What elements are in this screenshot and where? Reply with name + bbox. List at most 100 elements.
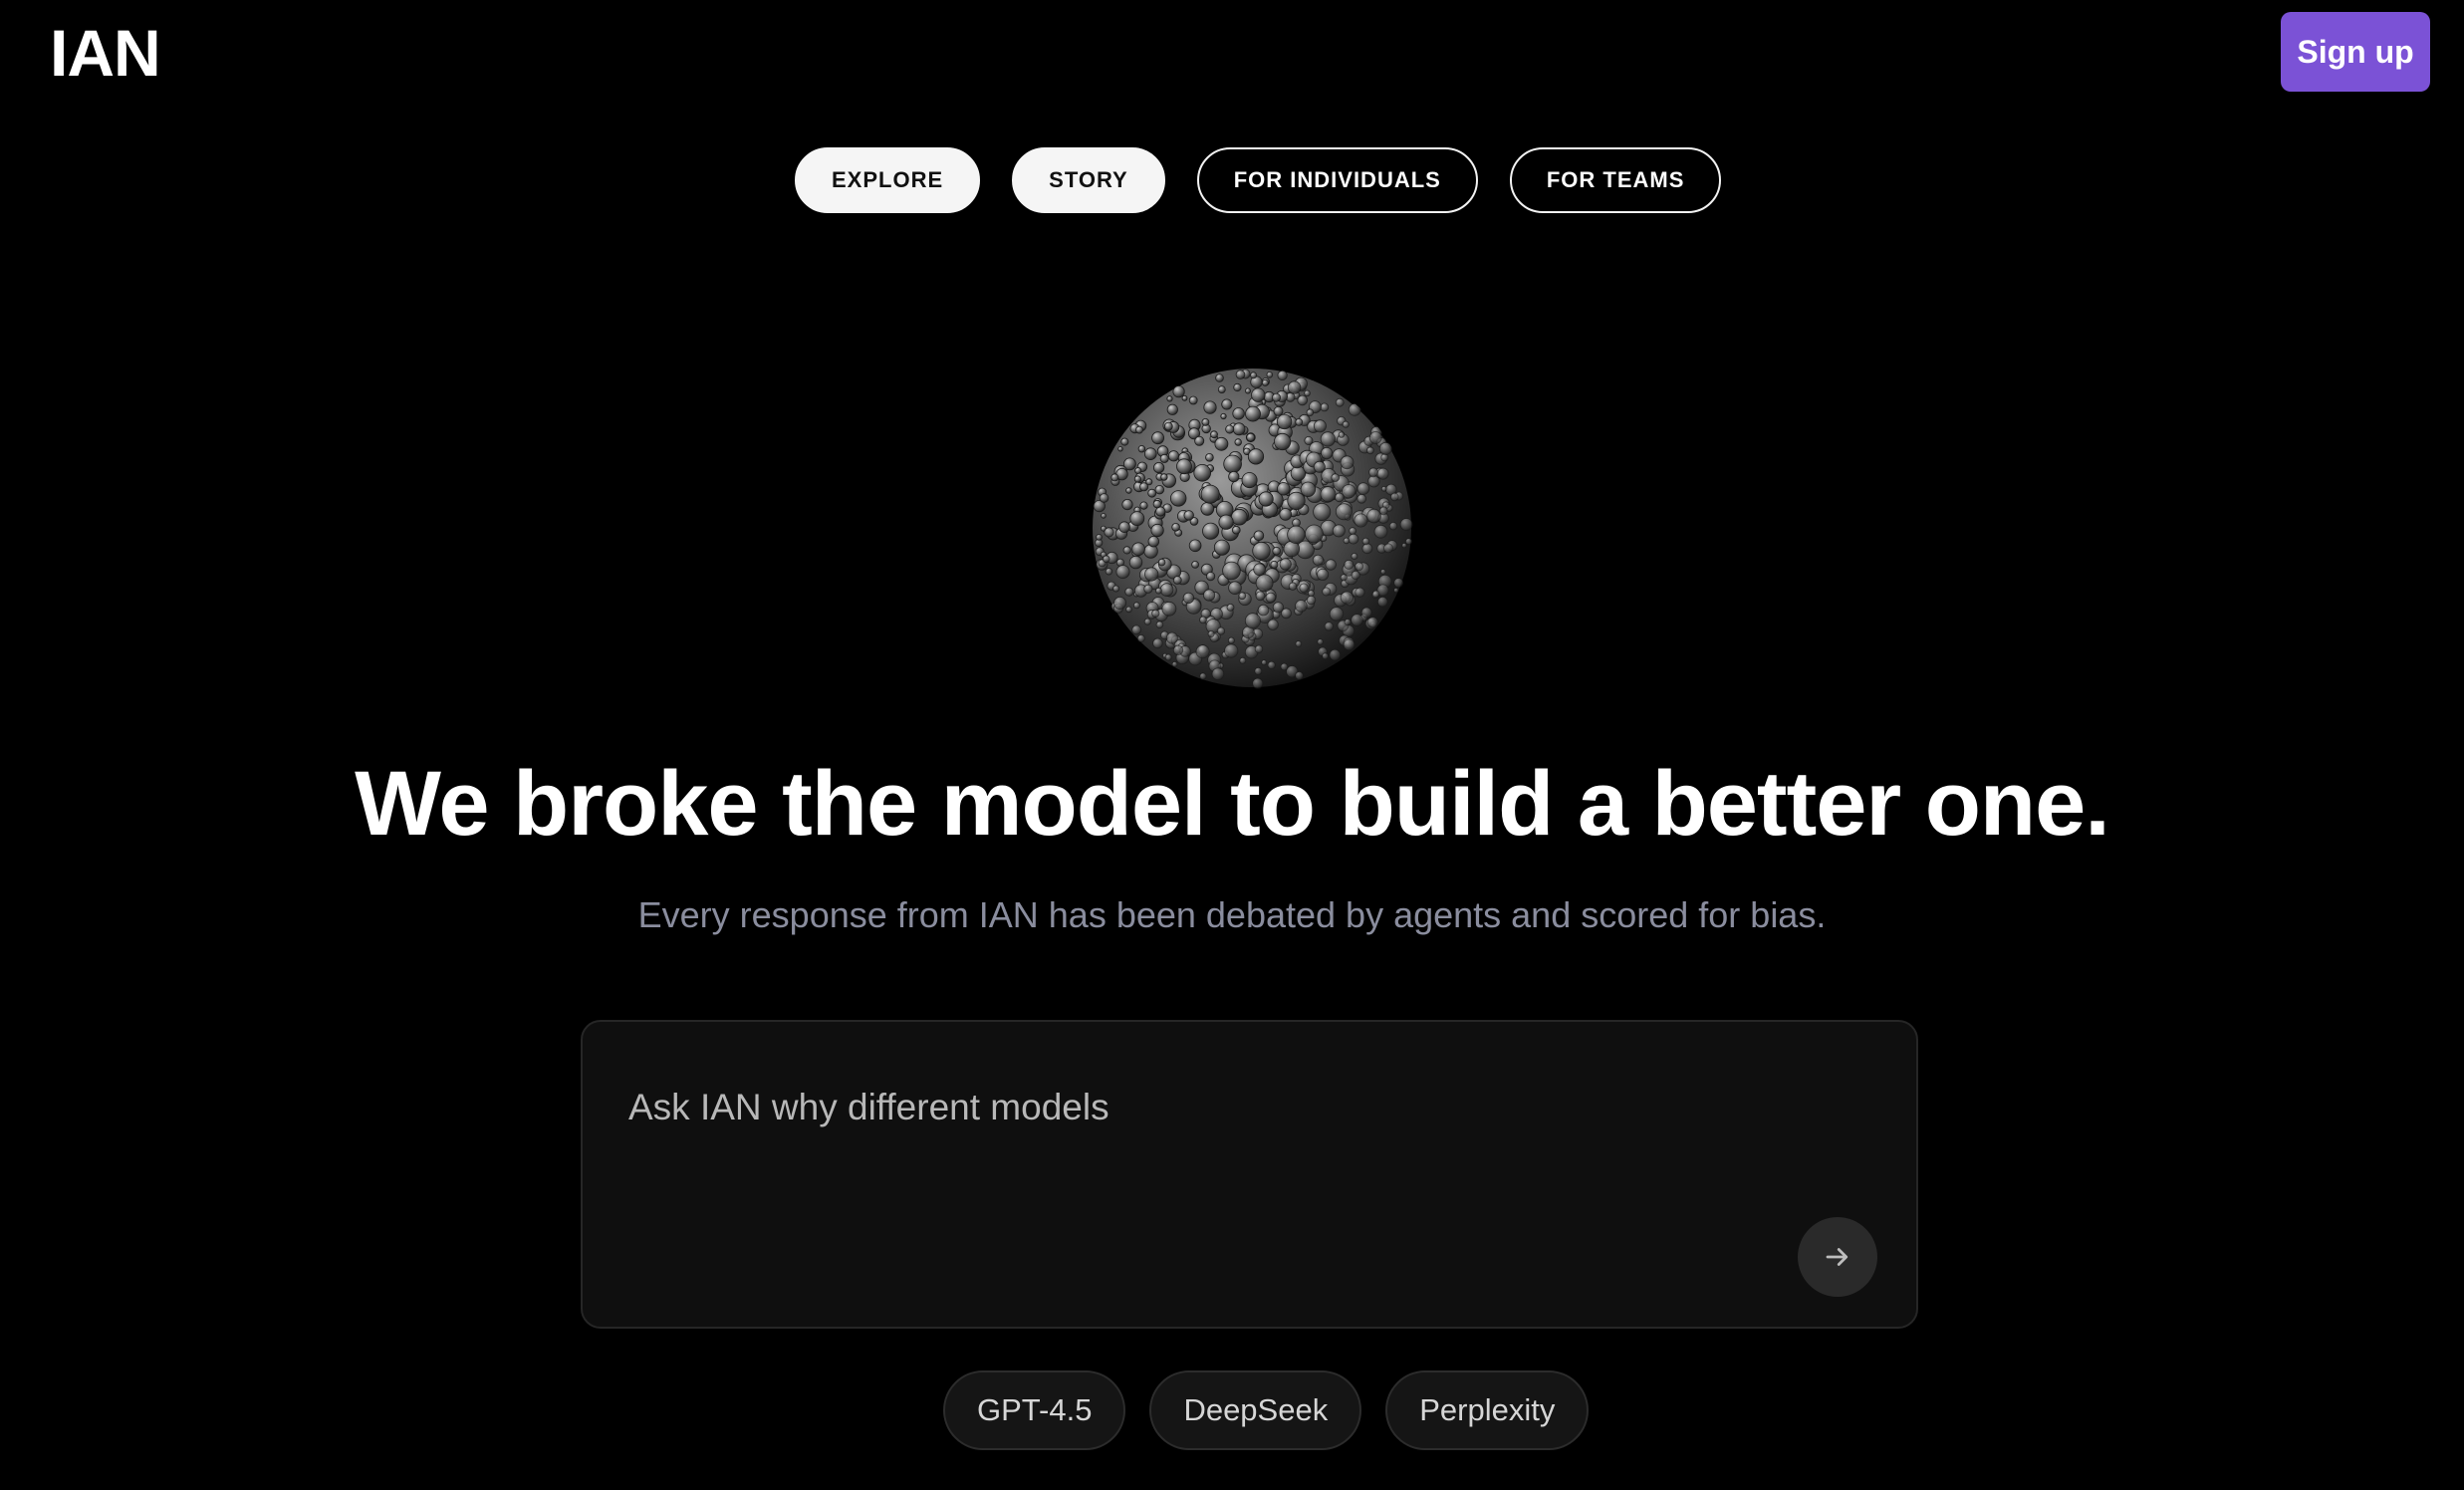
sphere-bump	[1317, 638, 1324, 645]
sphere-bump	[1151, 431, 1164, 445]
sphere-bump	[1257, 604, 1270, 617]
logo[interactable]: IAN	[50, 20, 161, 86]
sphere-bump	[1270, 560, 1279, 569]
nav-for-individuals[interactable]: FOR INDIVIDUALS	[1196, 147, 1478, 213]
sphere-bump	[1215, 373, 1224, 382]
sphere-bump	[1144, 567, 1159, 582]
sphere-bump	[1122, 546, 1131, 555]
sphere-bump	[1234, 438, 1242, 446]
sphere-bump	[1331, 473, 1341, 482]
sphere-bump	[1166, 395, 1173, 402]
sphere-bump	[1279, 558, 1292, 571]
sphere-bump	[1239, 656, 1247, 664]
sphere-bump	[1200, 502, 1215, 516]
sphere-bump	[1171, 523, 1180, 532]
sphere-bump	[1379, 569, 1386, 575]
sphere-bump	[1120, 437, 1129, 446]
sphere-bump	[1244, 613, 1261, 629]
sphere-bump	[1306, 408, 1315, 416]
sphere-bump	[1361, 543, 1373, 555]
sphere-bump	[1207, 629, 1215, 637]
nav-for-teams[interactable]: FOR TEAMS	[1509, 147, 1722, 213]
sphere-bump	[1313, 419, 1327, 433]
nav-explore[interactable]: EXPLORE	[795, 147, 981, 213]
sphere-bump	[1340, 591, 1354, 605]
sphere-bump	[1376, 596, 1388, 608]
sphere-bump	[1221, 398, 1233, 410]
sphere-bump	[1223, 454, 1242, 474]
model-chip-deepseek[interactable]: DeepSeek	[1149, 1370, 1362, 1450]
sphere-bump	[1304, 524, 1324, 544]
sphere-bump	[1247, 448, 1265, 465]
sphere-bump	[1222, 561, 1241, 581]
sphere-bump	[1172, 385, 1185, 398]
sphere-bump	[1165, 631, 1178, 644]
sphere-bump	[1335, 492, 1345, 503]
sphere-bump	[1152, 499, 1162, 509]
sphere-bump	[1274, 432, 1292, 451]
model-chip-perplexity[interactable]: Perplexity	[1385, 1370, 1590, 1450]
sphere-bump	[1202, 522, 1220, 540]
sphere-bump	[1195, 644, 1210, 659]
sphere-bump	[1203, 589, 1216, 602]
sphere-bump	[1253, 563, 1266, 577]
sphere-graphic	[1093, 369, 1413, 689]
sphere-bump	[1152, 637, 1163, 649]
sphere-bump	[1182, 592, 1195, 605]
sphere-bump	[1277, 370, 1288, 380]
sphere-bump	[1199, 616, 1207, 624]
sphere-bump	[1143, 618, 1151, 625]
sphere-bump	[1131, 624, 1141, 635]
sphere-bump	[1393, 587, 1399, 594]
sphere-bump	[1340, 574, 1348, 582]
sphere-bump	[1151, 609, 1160, 618]
sphere-bump	[1344, 618, 1352, 625]
sphere-bump	[1226, 603, 1235, 612]
sphere-bump	[1118, 521, 1130, 534]
sphere-bump	[1348, 533, 1359, 545]
sphere-bump	[1135, 425, 1143, 434]
sphere-bump	[1378, 506, 1388, 516]
sphere-bump	[1255, 574, 1274, 593]
prompt-input[interactable]: Ask IAN why different models	[628, 1084, 1824, 1131]
sphere-bump	[1172, 644, 1184, 656]
sphere-bump	[1287, 380, 1302, 394]
sphere-bump	[1343, 638, 1355, 651]
sphere-bump	[1349, 527, 1357, 536]
model-chips: GPT-4.5 DeepSeek Perplexity	[943, 1370, 1590, 1450]
sphere-bump	[1329, 648, 1342, 661]
sphere-bump	[1351, 552, 1358, 560]
sphere-bump	[1252, 677, 1264, 689]
signup-button[interactable]: Sign up	[2281, 12, 2430, 92]
sphere-bump	[1125, 487, 1132, 494]
sphere-bump	[1344, 559, 1355, 570]
sphere-bump	[1164, 653, 1172, 661]
nav-story[interactable]: STORY	[1012, 147, 1165, 213]
sphere-bump	[1393, 578, 1404, 589]
sphere-bump	[1300, 481, 1317, 498]
sphere-bump	[1342, 484, 1356, 499]
sphere-bump	[1228, 581, 1242, 596]
sphere-bump	[1112, 596, 1126, 610]
sphere-bump	[1258, 491, 1274, 507]
model-chip-gpt[interactable]: GPT-4.5	[943, 1370, 1126, 1450]
send-button[interactable]	[1798, 1217, 1877, 1297]
sphere-bump	[1147, 488, 1157, 498]
sphere-bump	[1340, 455, 1355, 470]
hero-headline: We broke the model to build a better one…	[355, 753, 2110, 855]
sphere-bump	[1110, 473, 1119, 482]
sphere-bump	[1388, 521, 1398, 531]
sphere-bump	[1295, 640, 1303, 647]
sphere-bump	[1225, 424, 1235, 434]
sphere-bump	[1159, 583, 1174, 597]
sphere-bump	[1147, 535, 1160, 548]
sphere-bump	[1143, 447, 1157, 460]
sphere-bump	[1295, 670, 1304, 680]
sphere-bump	[1232, 525, 1241, 535]
prompt-box[interactable]: Ask IAN why different models	[581, 1020, 1918, 1329]
sphere-bump	[1220, 412, 1227, 420]
sphere-bump	[1171, 660, 1178, 667]
sphere-bump	[1277, 482, 1291, 496]
sphere-bump	[1322, 652, 1330, 660]
sphere-bump	[1335, 503, 1353, 521]
